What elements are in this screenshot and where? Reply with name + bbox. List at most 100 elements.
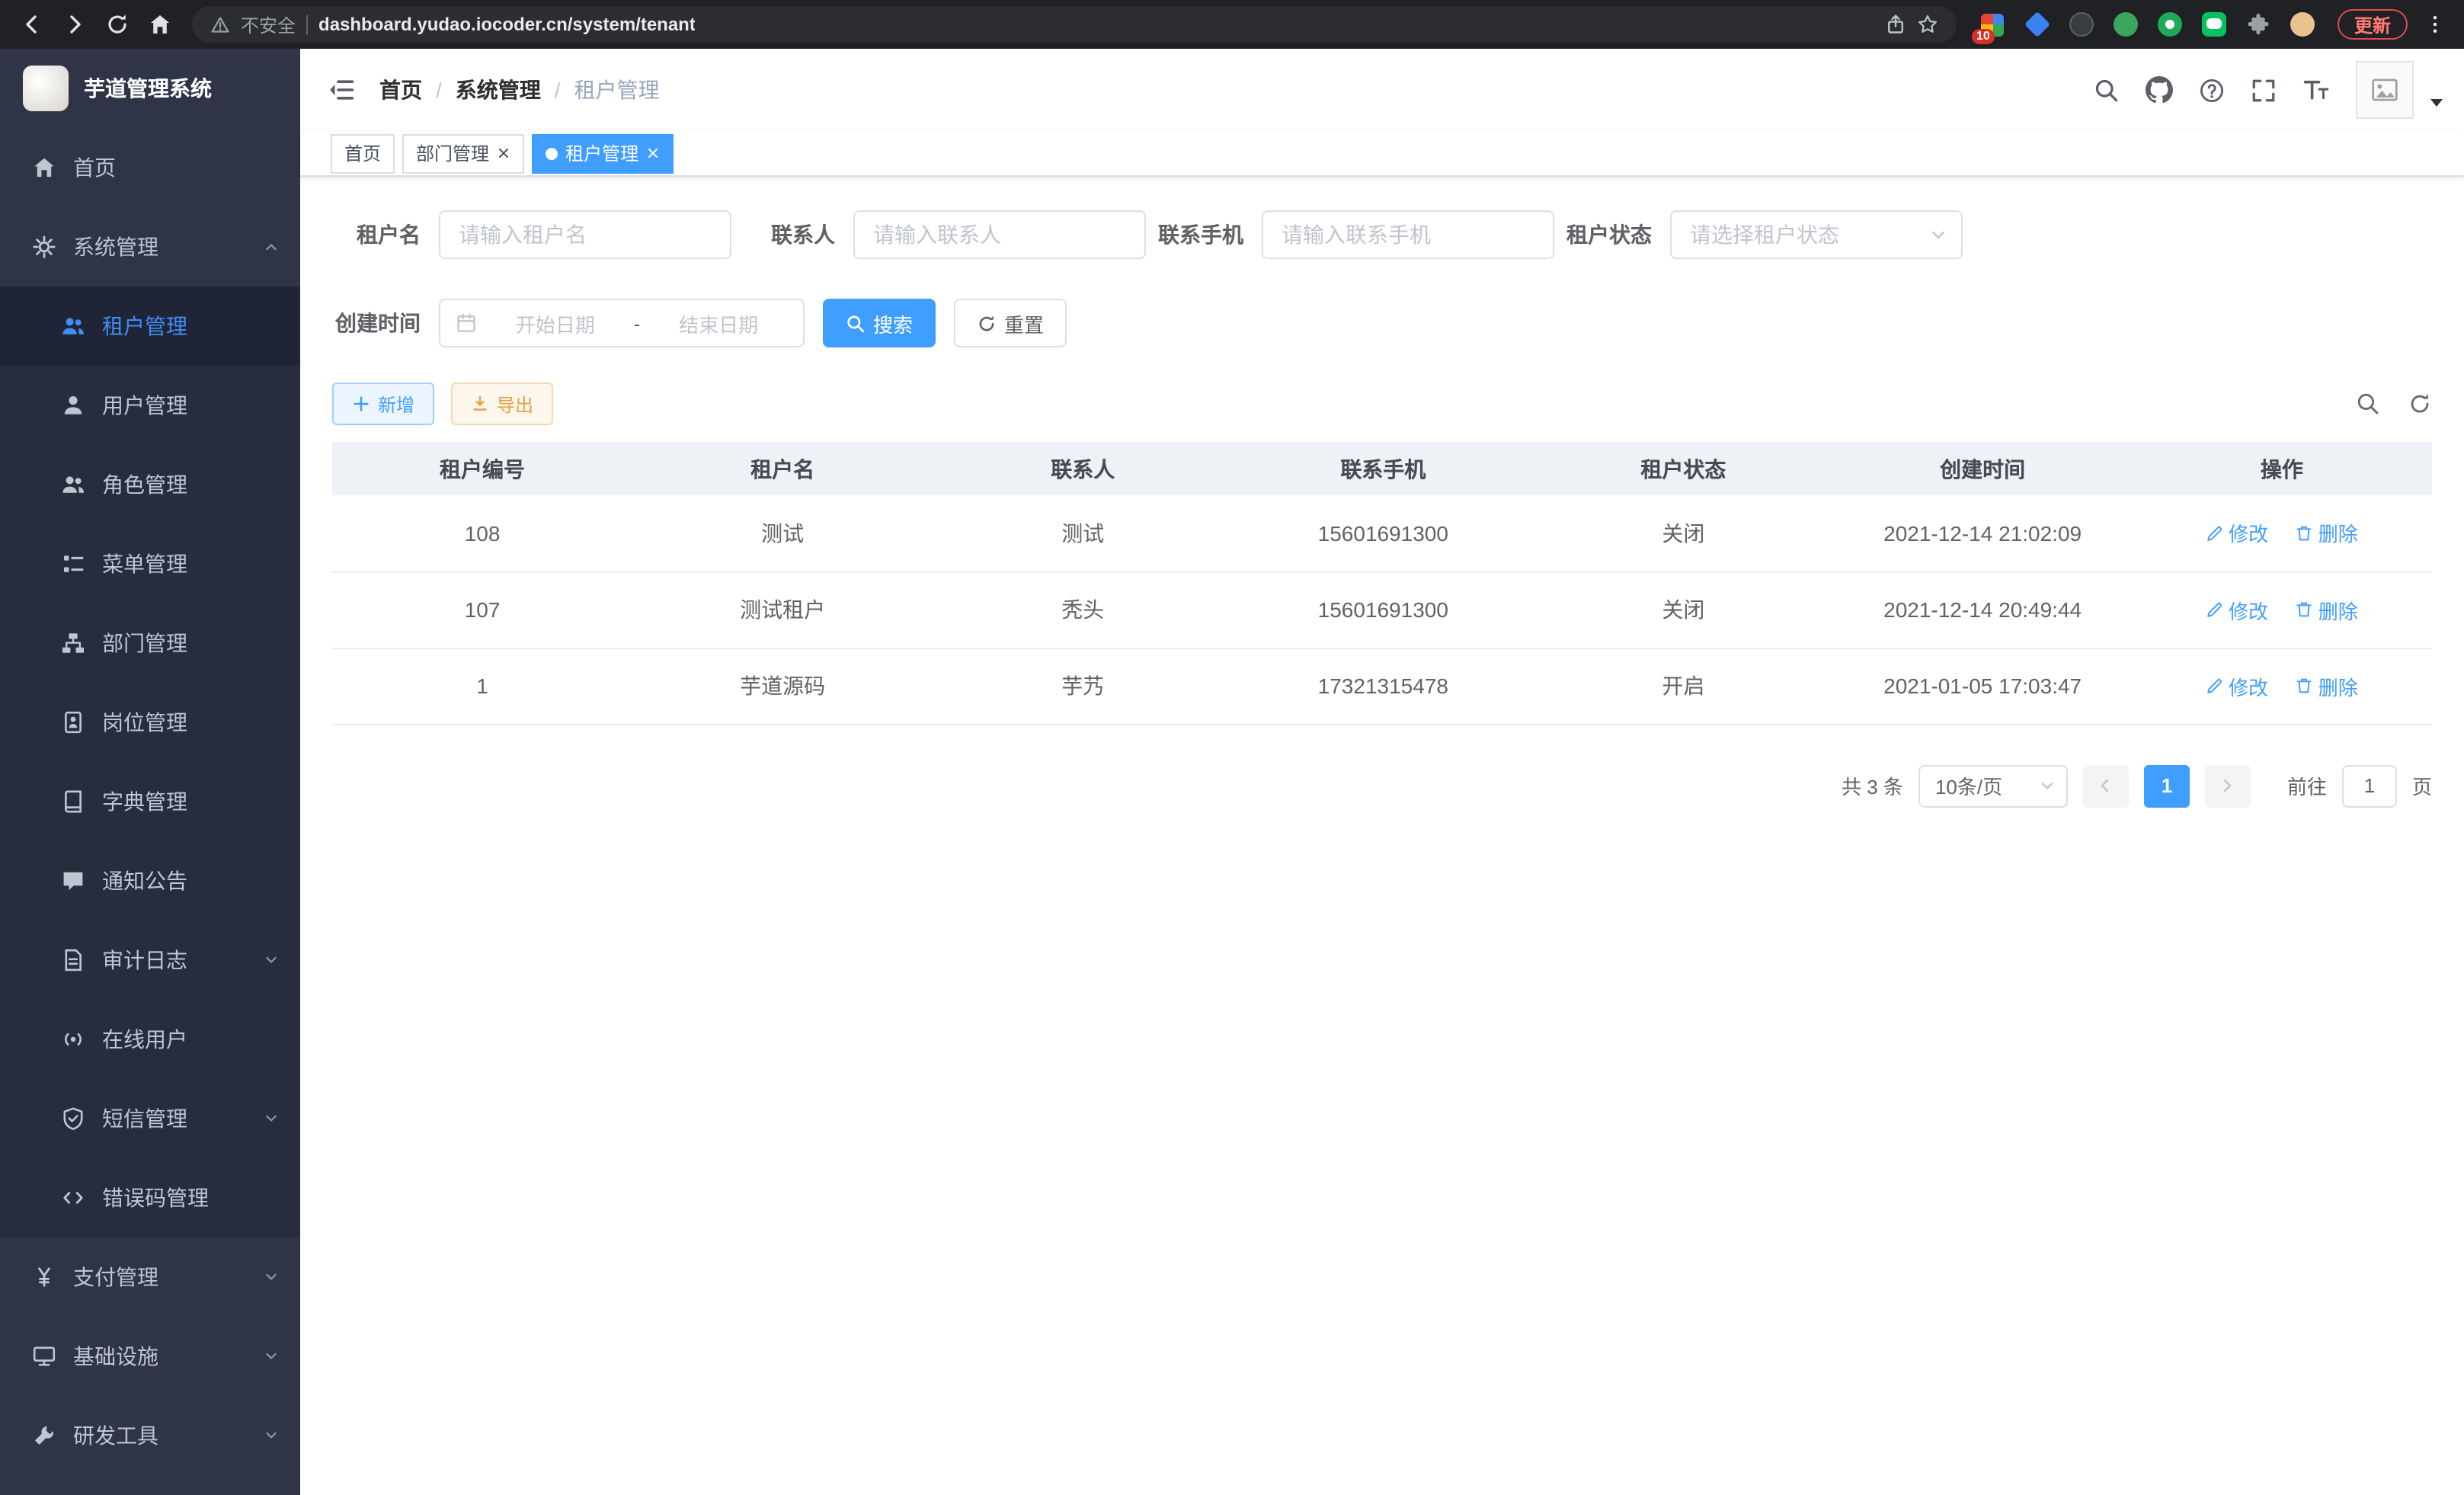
sidebar-item-label: 用户管理 <box>102 390 187 421</box>
sidebar-item-post-management[interactable]: 岗位管理 <box>0 683 300 762</box>
announcement-icon <box>61 869 85 893</box>
extensions-puzzle-icon[interactable] <box>2243 9 2274 40</box>
app-header: 首页 / 系统管理 / 租户管理 <box>300 49 2464 131</box>
extension-icon-green[interactable] <box>2110 9 2141 40</box>
browser-update-button[interactable]: 更新 <box>2338 9 2408 40</box>
refresh-icon[interactable] <box>2408 392 2432 416</box>
chevron-down-icon <box>264 1269 279 1285</box>
sidebar-item-user-management[interactable]: 用户管理 <box>0 366 300 445</box>
search-icon <box>846 313 866 333</box>
fullscreen-icon[interactable] <box>2251 77 2277 103</box>
browser-profile-avatar[interactable] <box>2287 9 2318 40</box>
extension-icon-dark[interactable] <box>2066 9 2097 40</box>
address-bar[interactable]: 不安全 dashboard.yudao.iocoder.cn/system/te… <box>192 6 1957 43</box>
sidebar-item-payment[interactable]: 支付管理 <box>0 1237 300 1317</box>
chat-square-icon <box>2202 12 2226 37</box>
cell-actions: 修改 删除 <box>2132 495 2432 571</box>
contact-name-label: 联系人 <box>771 219 835 250</box>
toggle-search-icon[interactable] <box>2356 392 2380 416</box>
sidebar-item-sms-management[interactable]: 短信管理 <box>0 1079 300 1158</box>
tab-label: 部门管理 <box>416 140 489 166</box>
delete-link[interactable]: 删除 <box>2296 671 2358 700</box>
close-icon[interactable] <box>646 146 660 160</box>
security-warning-icon[interactable] <box>210 14 230 34</box>
reset-button-label: 重置 <box>1004 309 1044 338</box>
sidebar-item-dashboard[interactable]: 首页 <box>0 128 300 207</box>
tab-label: 租户管理 <box>565 140 638 166</box>
extension-icon-colorgrid[interactable]: 10 <box>1978 9 2008 40</box>
tenant-name-label: 租户名 <box>332 219 421 250</box>
prev-page-button[interactable] <box>2083 764 2129 807</box>
delete-label: 删除 <box>2318 519 2358 548</box>
browser-menu-button[interactable] <box>2418 14 2452 35</box>
sidebar-item-infrastructure[interactable]: 基础设施 <box>0 1317 300 1396</box>
delete-link[interactable]: 删除 <box>2296 595 2358 624</box>
sidebar-item-role-management[interactable]: 角色管理 <box>0 445 300 524</box>
font-size-icon[interactable] <box>2302 76 2330 104</box>
edit-link[interactable]: 修改 <box>2206 595 2268 624</box>
extension-icon-diamond[interactable] <box>2022 9 2053 40</box>
sidebar-item-notice[interactable]: 通知公告 <box>0 841 300 920</box>
tab-dept-management[interactable]: 部门管理 <box>402 133 524 173</box>
search-form-row-2: 创建时间 开始日期 - 结束日期 搜索 重置 <box>332 299 2432 347</box>
extension-icon-green-dot[interactable] <box>2155 9 2185 40</box>
tab-tenant-management[interactable]: 租户管理 <box>532 133 674 173</box>
page-size-select[interactable]: 10条/页 <box>1918 764 2068 807</box>
breadcrumb-separator: / <box>436 78 442 102</box>
browser-forward-button[interactable] <box>55 5 94 44</box>
bookmark-star-icon[interactable] <box>1917 14 1938 35</box>
cell-mobile: 15601691300 <box>1233 571 1533 648</box>
search-button[interactable]: 搜索 <box>823 299 936 347</box>
browser-reload-button[interactable] <box>98 5 137 44</box>
create-time-range-picker[interactable]: 开始日期 - 结束日期 <box>439 299 805 347</box>
sidebar-item-menu-management[interactable]: 菜单管理 <box>0 524 300 603</box>
cell-created: 2021-12-14 21:02:09 <box>1833 495 2131 571</box>
id-badge-icon <box>61 710 85 735</box>
search-form-row-1: 租户名 联系人 联系手机 租户状态 请选择租户状态 <box>332 210 2432 259</box>
reset-button[interactable]: 重置 <box>954 299 1067 347</box>
sidebar-item-online-users[interactable]: 在线用户 <box>0 1000 300 1079</box>
help-icon[interactable] <box>2199 77 2225 103</box>
search-button-label: 搜索 <box>873 309 913 338</box>
edit-link[interactable]: 修改 <box>2206 519 2268 548</box>
export-button[interactable]: 导出 <box>451 383 553 425</box>
search-icon[interactable] <box>2094 77 2120 103</box>
breadcrumb-item-home[interactable]: 首页 <box>379 75 422 105</box>
sidebar-item-tenant-management[interactable]: 租户管理 <box>0 287 300 366</box>
sidebar-item-dict-management[interactable]: 字典管理 <box>0 762 300 841</box>
sidebar-item-system-management[interactable]: 系统管理 <box>0 207 300 287</box>
share-icon[interactable] <box>1885 14 1906 35</box>
sidebar-item-dev-tools[interactable]: 研发工具 <box>0 1396 300 1475</box>
user-avatar[interactable] <box>2356 61 2414 119</box>
column-header-status: 租户状态 <box>1533 442 1833 495</box>
sidebar-item-dept-management[interactable]: 部门管理 <box>0 603 300 683</box>
sidebar-item-audit-log[interactable]: 审计日志 <box>0 920 300 1000</box>
add-button[interactable]: 新增 <box>332 383 434 425</box>
sidebar-item-error-code[interactable]: 错误码管理 <box>0 1158 300 1237</box>
tenant-name-input[interactable] <box>439 210 731 259</box>
sidebar-toggle-button[interactable] <box>322 70 361 110</box>
sidebar-item-label: 角色管理 <box>102 469 187 500</box>
tenant-status-select[interactable]: 请选择租户状态 <box>1670 210 1963 259</box>
extension-icon-chat[interactable] <box>2199 9 2229 40</box>
delete-link[interactable]: 删除 <box>2296 519 2358 548</box>
table-row: 107 测试租户 秃头 15601691300 关闭 2021-12-14 20… <box>332 571 2432 648</box>
page-number-button[interactable]: 1 <box>2144 764 2190 807</box>
breadcrumb-item-system[interactable]: 系统管理 <box>456 75 541 105</box>
chevron-down-icon <box>264 1111 279 1126</box>
trash-icon <box>2296 600 2314 619</box>
sidebar: 芋道管理系统 首页 系统管理 租户管理 用户管理 <box>0 49 300 1495</box>
cell-tenant-name: 芋道源码 <box>632 648 933 724</box>
browser-home-button[interactable] <box>140 5 180 44</box>
chevron-down-icon <box>1929 226 1947 244</box>
browser-back-button[interactable] <box>12 5 52 44</box>
next-page-button[interactable] <box>2205 764 2251 807</box>
goto-page-input[interactable] <box>2342 764 2397 807</box>
close-icon[interactable] <box>497 146 510 160</box>
contact-name-input[interactable] <box>853 210 1146 259</box>
tab-home[interactable]: 首页 <box>331 133 395 173</box>
edit-link[interactable]: 修改 <box>2206 671 2268 700</box>
column-header-actions: 操作 <box>2132 442 2432 495</box>
github-icon[interactable] <box>2146 76 2173 104</box>
contact-mobile-input[interactable] <box>1262 210 1554 259</box>
